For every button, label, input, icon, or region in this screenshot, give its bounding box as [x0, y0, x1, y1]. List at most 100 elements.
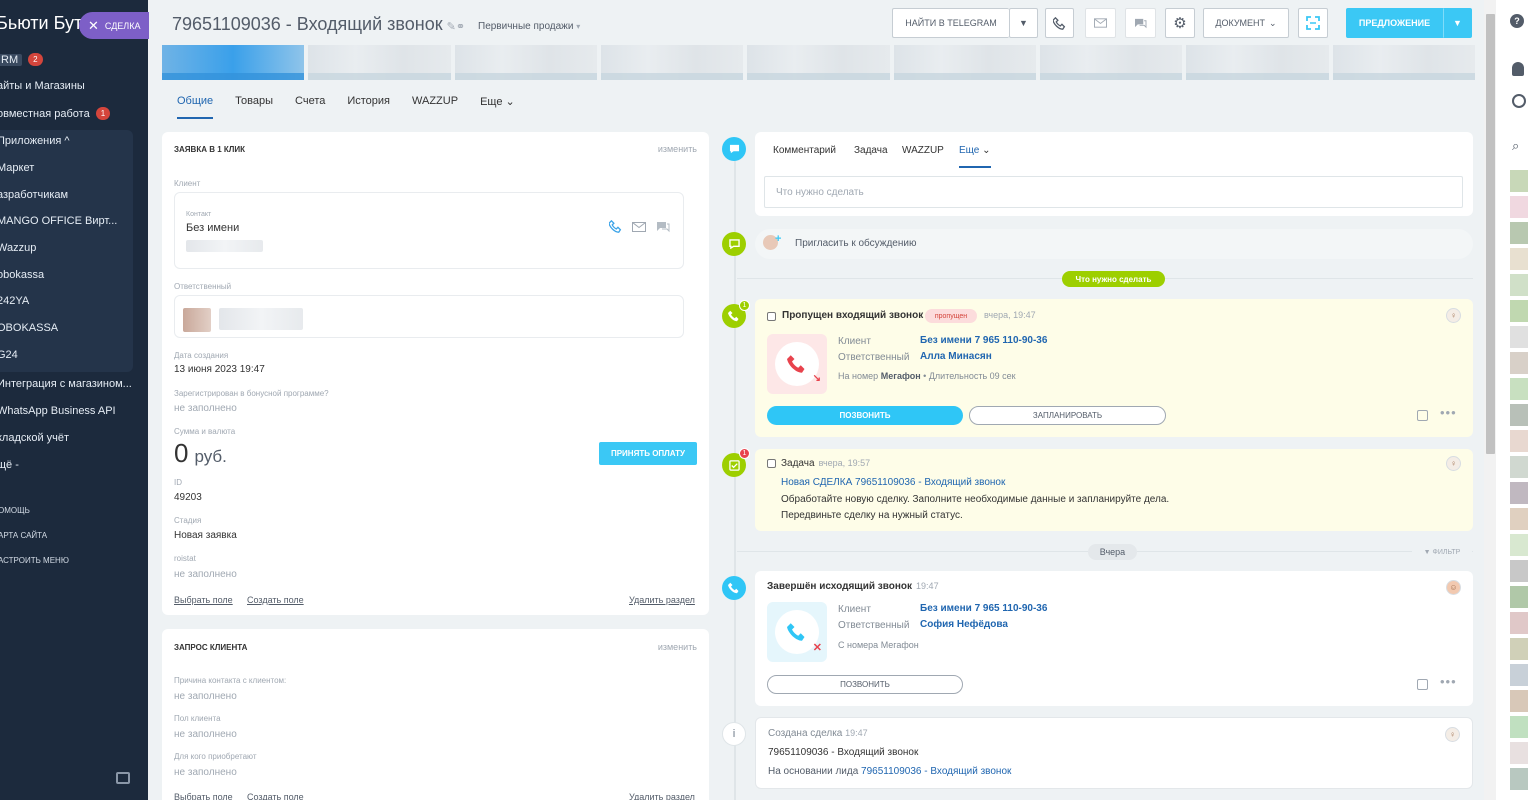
- responsible-link[interactable]: София Нефёдова: [920, 619, 1008, 630]
- avatar[interactable]: ☺: [1446, 580, 1461, 595]
- tab-products[interactable]: Товары: [235, 95, 273, 119]
- stage-segment[interactable]: [893, 45, 1037, 80]
- mail-icon[interactable]: [632, 222, 646, 232]
- tab-more[interactable]: Еще ⌄: [480, 95, 515, 119]
- roistat-value[interactable]: не заполнено: [174, 569, 237, 580]
- side-app-tile[interactable]: [1510, 196, 1528, 218]
- accept-payment-button[interactable]: ПРИНЯТЬ ОПЛАТУ: [599, 442, 697, 465]
- sidebar-footer-settings[interactable]: астроить меню: [0, 556, 69, 565]
- chat-button[interactable]: [1125, 8, 1156, 38]
- sidebar-item[interactable]: азработчикам: [0, 189, 68, 201]
- avatar[interactable]: ♀: [1446, 308, 1461, 323]
- call-back-button[interactable]: ПОЗВОНИТЬ: [767, 406, 963, 425]
- section-edit-link[interactable]: изменить: [658, 144, 697, 154]
- side-app-tile[interactable]: [1510, 274, 1528, 296]
- gender-value[interactable]: не заполнено: [174, 729, 237, 740]
- phone-icon[interactable]: [609, 220, 622, 233]
- client-link[interactable]: Без имени 7 965 110-90-36: [920, 335, 1047, 346]
- sidebar-item[interactable]: Интеграция с магазином...: [0, 378, 132, 390]
- offer-button[interactable]: ПРЕДЛОЖЕНИЕ: [1346, 8, 1443, 38]
- composer-tab-task[interactable]: Задача: [854, 145, 888, 156]
- document-button[interactable]: ДОКУМЕНТ ⌄: [1203, 8, 1289, 38]
- sidebar-footer-sitemap[interactable]: арта сайта: [0, 531, 47, 540]
- filter-button[interactable]: ▼ ФИЛЬТР: [1412, 544, 1472, 560]
- composer-tab-more[interactable]: Еще ⌄: [959, 145, 991, 168]
- tab-general[interactable]: Общие: [177, 95, 214, 119]
- offer-dropdown-button[interactable]: ▼: [1443, 8, 1472, 38]
- avatar[interactable]: ♀: [1445, 727, 1460, 742]
- note-icon[interactable]: [1417, 410, 1428, 421]
- sidebar-item[interactable]: obokassa: [0, 269, 44, 281]
- select-field-link[interactable]: Выбрать поле: [174, 595, 233, 605]
- side-app-tile[interactable]: [1510, 716, 1528, 738]
- lead-link[interactable]: 79651109036 - Входящий звонок: [861, 766, 1011, 777]
- edit-pencil-icon[interactable]: ✎⚭: [447, 21, 465, 33]
- select-field-link[interactable]: Выбрать поле: [174, 792, 233, 800]
- side-app-tile[interactable]: [1510, 300, 1528, 322]
- stage-progress-bar[interactable]: [162, 45, 1476, 80]
- stage-segment[interactable]: [454, 45, 598, 80]
- sidebar-item[interactable]: щё -: [0, 459, 19, 471]
- complete-checkbox[interactable]: [767, 312, 776, 321]
- sidebar-item[interactable]: овместная работа 1: [0, 107, 111, 120]
- side-app-tile[interactable]: [1510, 690, 1528, 712]
- chat-icon[interactable]: [1512, 94, 1526, 108]
- tab-wazzup[interactable]: WAZZUP: [412, 95, 458, 119]
- sidebar-item[interactable]: Wazzup: [0, 242, 36, 254]
- side-app-tile[interactable]: [1510, 404, 1528, 426]
- stage-segment[interactable]: [747, 45, 890, 80]
- side-app-tile[interactable]: [1510, 222, 1528, 244]
- side-app-tile[interactable]: [1510, 586, 1528, 608]
- sidebar-item[interactable]: 242YA: [0, 295, 29, 307]
- sidebar-item[interactable]: айты и Магазины: [0, 80, 85, 92]
- side-app-tile[interactable]: [1510, 768, 1528, 790]
- chat-icon[interactable]: [656, 221, 670, 233]
- tab-invoices[interactable]: Счета: [295, 95, 325, 119]
- composer-tab-comment[interactable]: Комментарий: [773, 145, 836, 156]
- delete-section-link[interactable]: Удалить раздел: [629, 595, 695, 605]
- tab-history[interactable]: История: [347, 95, 390, 119]
- stage-segment[interactable]: [162, 45, 305, 80]
- side-app-tile[interactable]: [1510, 482, 1528, 504]
- side-app-tile[interactable]: [1510, 378, 1528, 400]
- side-app-tile[interactable]: [1510, 534, 1528, 556]
- sidebar-item[interactable]: G24: [0, 349, 18, 361]
- stage-segment[interactable]: [1039, 45, 1183, 80]
- help-icon[interactable]: ?: [1510, 14, 1524, 28]
- search-icon[interactable]: ⌕: [1512, 138, 1519, 154]
- side-app-tile[interactable]: [1510, 638, 1528, 660]
- create-field-link[interactable]: Создать поле: [247, 792, 304, 800]
- printer-icon[interactable]: [116, 772, 130, 784]
- sidebar-item[interactable]: MANGO OFFICE Вирт...: [0, 215, 117, 227]
- side-app-tile[interactable]: [1510, 560, 1528, 582]
- stage-segment[interactable]: [1186, 45, 1329, 80]
- telegram-dropdown-button[interactable]: ▼: [1009, 8, 1038, 38]
- side-app-tile[interactable]: [1510, 742, 1528, 764]
- client-link[interactable]: Без имени 7 965 110-90-36: [920, 603, 1047, 614]
- sidebar-item[interactable]: WhatsApp Business API: [0, 405, 116, 417]
- email-button[interactable]: [1085, 8, 1116, 38]
- sidebar-item[interactable]: Приложения ^: [0, 135, 70, 147]
- side-app-tile[interactable]: [1510, 508, 1528, 530]
- call-button[interactable]: [1045, 8, 1074, 38]
- sidebar-item[interactable]: Маркет: [0, 162, 34, 174]
- for-whom-value[interactable]: не заполнено: [174, 767, 237, 778]
- composer-tab-wazzup[interactable]: WAZZUP: [902, 145, 944, 156]
- side-app-tile[interactable]: [1510, 170, 1528, 192]
- stage-segment[interactable]: [308, 45, 451, 80]
- side-app-tile[interactable]: [1510, 664, 1528, 686]
- bonus-value[interactable]: не заполнено: [174, 403, 237, 414]
- stage-segment[interactable]: [1332, 45, 1476, 80]
- scan-button[interactable]: [1298, 8, 1328, 38]
- responsible-link[interactable]: Алла Минасян: [920, 351, 992, 362]
- delete-section-link[interactable]: Удалить раздел: [629, 792, 695, 800]
- portal-title[interactable]: Бьюти Бут: [0, 13, 82, 34]
- sidebar-item[interactable]: OBOKASSA: [0, 322, 58, 334]
- stage-value[interactable]: Новая заявка: [174, 530, 237, 541]
- settings-button[interactable]: ⚙: [1165, 8, 1195, 38]
- side-app-tile[interactable]: [1510, 612, 1528, 634]
- sidebar-footer-help[interactable]: омощь: [0, 506, 30, 515]
- responsible-block[interactable]: [174, 295, 684, 338]
- schedule-button[interactable]: ЗАПЛАНИРОВАТЬ: [969, 406, 1166, 425]
- note-icon[interactable]: [1417, 679, 1428, 690]
